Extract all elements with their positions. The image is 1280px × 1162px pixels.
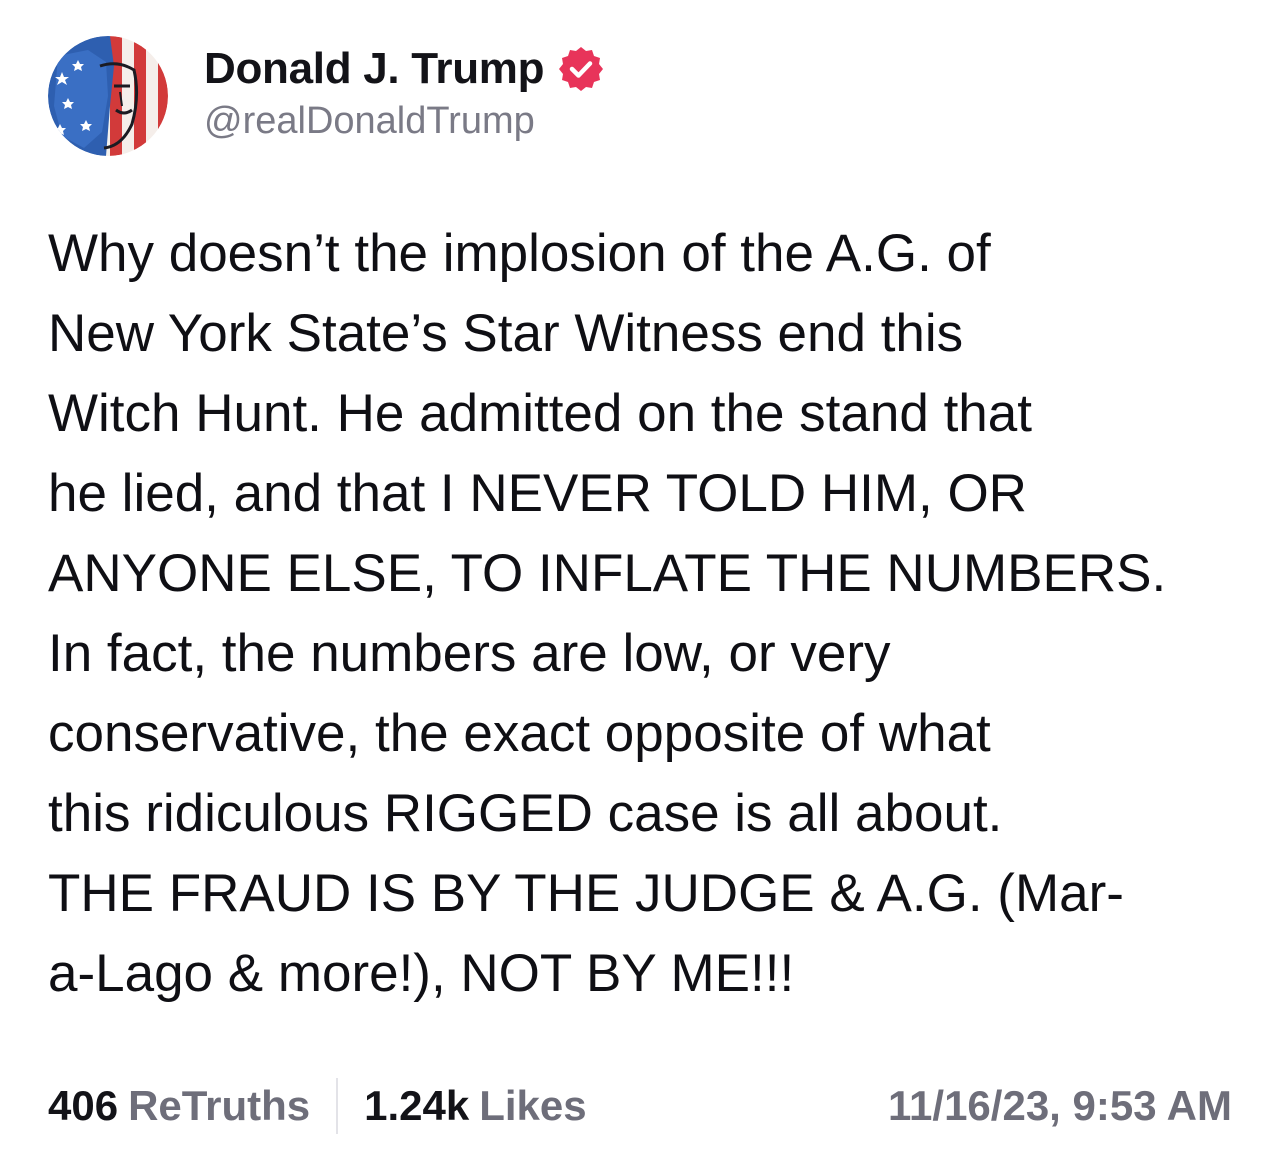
avatar[interactable]	[48, 36, 168, 156]
likes-label: Likes	[479, 1082, 587, 1129]
display-name[interactable]: Donald J. Trump	[204, 44, 545, 94]
retruths-count: 406	[48, 1082, 119, 1129]
likes-stat[interactable]: 1.24k Likes	[364, 1082, 587, 1130]
author-handle[interactable]: @realDonaldTrump	[204, 100, 604, 143]
post-header: Donald J. Trump @realDonaldTrump	[48, 36, 604, 156]
retruths-label: ReTruths	[128, 1082, 311, 1129]
likes-count: 1.24k	[364, 1082, 470, 1129]
avatar-image	[48, 36, 168, 156]
post-timestamp[interactable]: 11/16/23, 9:53 AM	[888, 1082, 1232, 1130]
post-text: Why doesn’t the implosion of the A.G. of…	[48, 224, 1167, 1003]
author-info: Donald J. Trump @realDonaldTrump	[204, 44, 604, 143]
post-card: Donald J. Trump @realDonaldTrump Why doe…	[0, 0, 1280, 1162]
post-footer: 406 ReTruths 1.24k Likes 11/16/23, 9:53 …	[48, 1076, 1232, 1136]
verified-badge-icon	[558, 46, 604, 92]
stats-divider	[336, 1078, 339, 1134]
retruths-stat[interactable]: 406 ReTruths	[48, 1082, 310, 1130]
name-row: Donald J. Trump	[204, 44, 604, 94]
